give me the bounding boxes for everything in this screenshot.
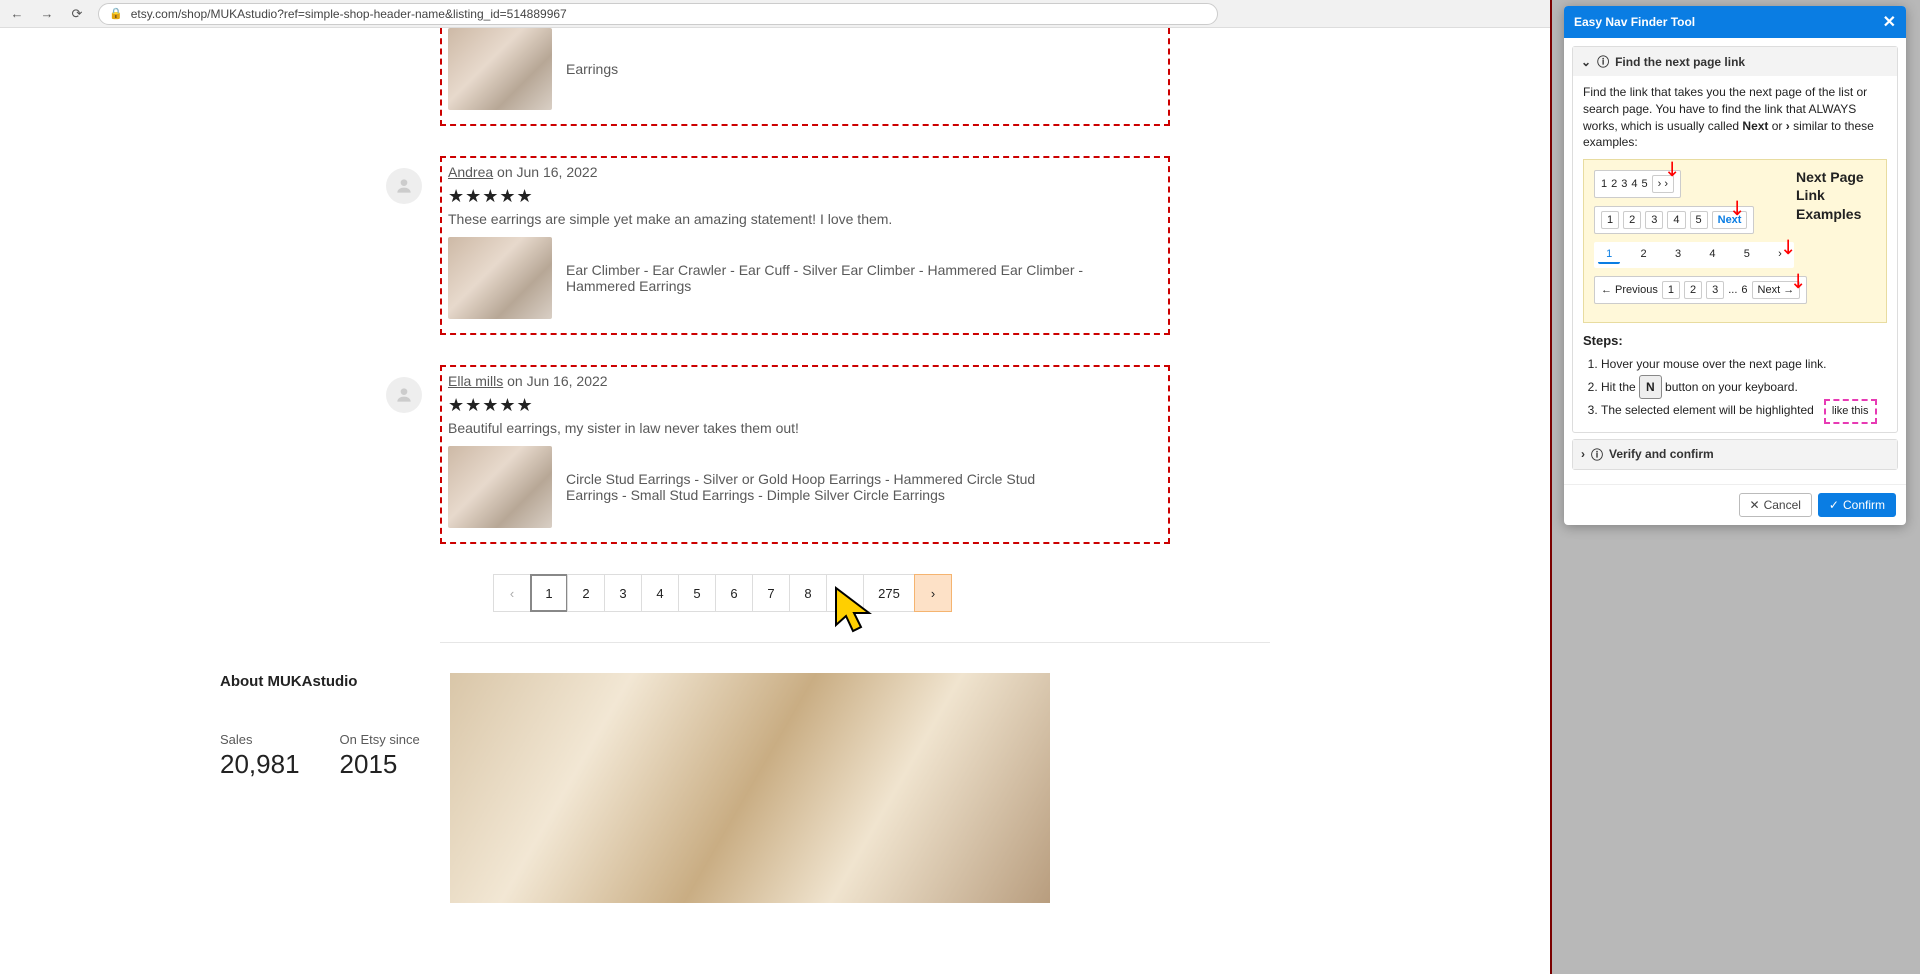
close-icon: ✕ [1750,498,1760,512]
section-title: Verify and confirm [1609,447,1714,461]
sales-label: Sales [220,732,300,747]
about-hero-image [450,673,1050,903]
info-icon: ⓘ [1597,53,1609,70]
step-3: The selected element will be highlighted… [1601,399,1887,424]
tool-header[interactable]: Easy Nav Finder Tool ✕ [1564,6,1906,38]
steps-heading: Steps: [1583,333,1887,348]
examples-title: Next Page Link Examples [1796,168,1876,223]
section-header[interactable]: ⌄ ⓘ Find the next page link [1573,47,1897,76]
page-next-button[interactable]: › [914,574,952,612]
reload-button[interactable]: ⟳ [68,5,86,23]
page-ellipsis: ... [826,574,864,612]
back-button[interactable]: ← [8,5,26,23]
review-date: Jun 16, 2022 [527,373,608,389]
page-content: Earrings Andrea on Jun 16, 2022 ★★★★★ Th… [0,28,1170,903]
address-bar[interactable]: 🔒 etsy.com/shop/MUKAstudio?ref=simple-sh… [98,3,1218,25]
tool-title: Easy Nav Finder Tool [1574,15,1695,29]
star-rating: ★★★★★ [448,186,1158,207]
section-title: Find the next page link [1615,55,1745,69]
tool-footer: ✕Cancel ✓Confirm [1564,484,1906,525]
review-date: Jun 16, 2022 [517,164,598,180]
product-title[interactable]: Circle Stud Earrings - Silver or Gold Ho… [566,471,1086,503]
page-4-button[interactable]: 4 [641,574,679,612]
review-date-prefix: on [497,164,513,180]
page-prev-button[interactable]: ‹ [493,574,531,612]
product-title[interactable]: Earrings [566,61,618,77]
instructions-text: Find the link that takes you the next pa… [1583,84,1887,151]
page-5-button[interactable]: 5 [678,574,716,612]
divider [440,642,1270,643]
example-pagination-4: ← Previous 123...6Next → [1594,276,1807,304]
section-header[interactable]: › ⓘ Verify and confirm [1573,440,1897,469]
review-text: These earrings are simple yet make an am… [448,211,1158,227]
product-thumbnail[interactable] [448,446,552,528]
since-value: 2015 [340,749,420,780]
step-1: Hover your mouse over the next page link… [1601,354,1887,374]
reviewer-link[interactable]: Andrea [448,164,493,180]
sales-value: 20,981 [220,749,300,780]
page-2-button[interactable]: 2 [567,574,605,612]
close-icon[interactable]: ✕ [1883,12,1896,32]
avatar[interactable] [386,377,422,413]
page-6-button[interactable]: 6 [715,574,753,612]
product-thumbnail[interactable] [448,28,552,110]
review-card: Ella mills on Jun 16, 2022 ★★★★★ Beautif… [440,365,1170,544]
review-text: Beautiful earrings, my sister in law nev… [448,420,1158,436]
page-7-button[interactable]: 7 [752,574,790,612]
section-verify: › ⓘ Verify and confirm [1572,439,1898,470]
steps-list: Hover your mouse over the next page link… [1583,354,1887,423]
product-thumbnail[interactable] [448,237,552,319]
page-1-button[interactable]: 1 [530,574,568,612]
about-section: About MUKAstudio Sales 20,981 On Etsy si… [220,673,1050,903]
about-title: About MUKAstudio [220,673,420,690]
page-3-button[interactable]: 3 [604,574,642,612]
url-text: etsy.com/shop/MUKAstudio?ref=simple-shop… [131,7,567,21]
reviewer-link[interactable]: Ella mills [448,373,503,389]
check-icon: ✓ [1829,498,1839,512]
star-rating: ★★★★★ [448,395,1158,416]
review-card: Andrea on Jun 16, 2022 ★★★★★ These earri… [440,156,1170,335]
info-icon: ⓘ [1591,446,1603,463]
chevron-down-icon: ⌄ [1581,55,1591,69]
cancel-button[interactable]: ✕Cancel [1739,493,1812,517]
since-label: On Etsy since [340,732,420,747]
example-pagination-3: 12345› [1594,242,1794,268]
confirm-button[interactable]: ✓Confirm [1818,493,1896,517]
highlight-sample: like this [1824,399,1877,424]
chevron-right-icon: › [1581,447,1585,461]
page-last-button[interactable]: 275 [863,574,915,612]
review-card: Earrings [440,28,1170,126]
pagination: ‹ 1 2 3 4 5 6 7 8 ... 275 › [494,574,1170,612]
review-date-prefix: on [507,373,523,389]
page-8-button[interactable]: 8 [789,574,827,612]
easy-nav-tool-panel: Easy Nav Finder Tool ✕ ⌄ ⓘ Find the next… [1564,6,1906,525]
examples-box: Next Page Link Examples ↘ 12345› › ↘ 123… [1583,159,1887,323]
key-n: N [1639,375,1662,399]
section-find-next: ⌄ ⓘ Find the next page link Find the lin… [1572,46,1898,433]
lock-icon: 🔒 [109,7,123,20]
product-title[interactable]: Ear Climber - Ear Crawler - Ear Cuff - S… [566,262,1086,294]
avatar[interactable] [386,168,422,204]
forward-button[interactable]: → [38,5,56,23]
step-2: Hit the N button on your keyboard. [1601,375,1887,399]
